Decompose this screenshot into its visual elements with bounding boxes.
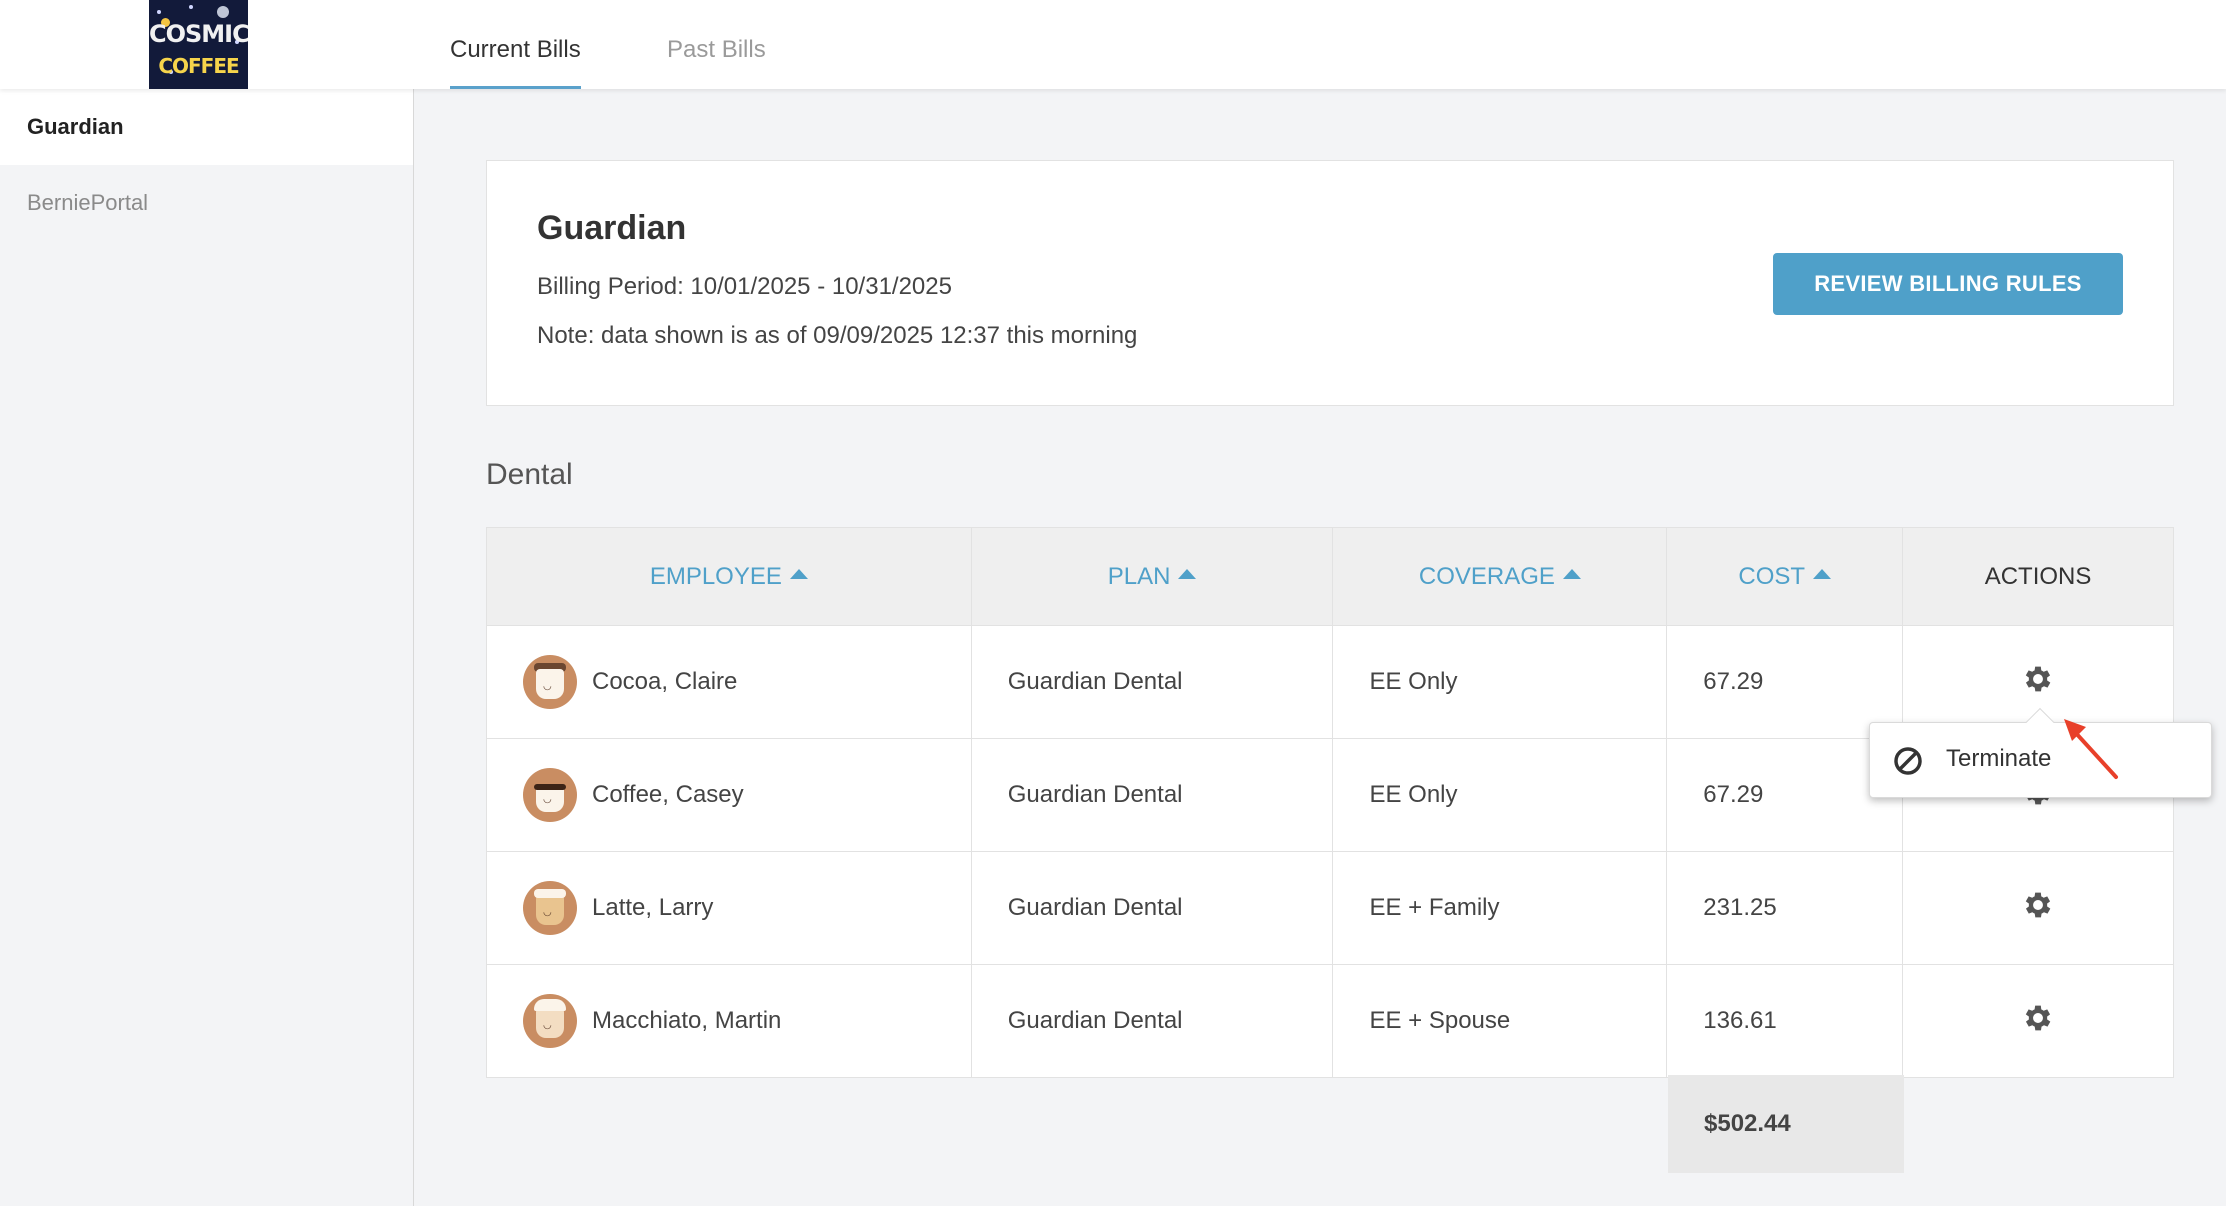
- review-billing-rules-button[interactable]: REVIEW BILLING RULES: [1773, 253, 2123, 315]
- terminate-label: Terminate: [1946, 745, 2052, 772]
- plan-cell: Guardian Dental: [970, 851, 1334, 965]
- column-header-actions: ACTIONS: [1902, 527, 2174, 626]
- employee-name: Latte, Larry: [592, 894, 714, 921]
- tab-current-bills[interactable]: Current Bills: [450, 36, 581, 89]
- company-logo: COSMIC COFFEE: [149, 0, 248, 89]
- terminate-menu-item[interactable]: Terminate: [1870, 723, 2211, 797]
- coffee-cup-icon: ◡: [523, 768, 577, 822]
- gear-icon[interactable]: [2021, 662, 2055, 696]
- gear-icon[interactable]: [2021, 1001, 2055, 1035]
- sidebar: Guardian BerniePortal: [0, 89, 414, 1206]
- table-row: ◡ Macchiato, Martin Guardian Dental EE +…: [486, 964, 2174, 1078]
- billing-period: Billing Period: 10/01/2025 - 10/31/2025: [537, 273, 952, 300]
- cost-cell: 67.29: [1666, 625, 1904, 739]
- cost-cell: 136.61: [1666, 964, 1904, 1078]
- employee-name: Cocoa, Claire: [592, 668, 738, 695]
- plan-cell: Guardian Dental: [970, 625, 1334, 739]
- data-note: Note: data shown is as of 09/09/2025 12:…: [537, 322, 1138, 349]
- actions-cell: [1902, 851, 2174, 965]
- actions-dropdown: Terminate: [1869, 707, 2212, 798]
- employee-cell: ◡ Macchiato, Martin: [486, 964, 972, 1078]
- section-title-dental: Dental: [486, 458, 573, 491]
- plan-cell: Guardian Dental: [970, 964, 1334, 1078]
- billing-table: EMPLOYEE PLAN COVERAGE COST ACTIONS ◡ Co…: [486, 527, 2174, 1078]
- billing-header-card: Guardian Billing Period: 10/01/2025 - 10…: [486, 160, 2174, 406]
- table-header-row: EMPLOYEE PLAN COVERAGE COST ACTIONS: [486, 527, 2174, 626]
- carrier-title: Guardian: [537, 209, 687, 247]
- table-row: ◡ Latte, Larry Guardian Dental EE + Fami…: [486, 851, 2174, 965]
- tab-past-bills[interactable]: Past Bills: [667, 36, 766, 89]
- sort-ascending-icon: [1178, 569, 1197, 580]
- employee-cell: ◡ Cocoa, Claire: [486, 625, 972, 739]
- latte-glass-icon: ◡: [523, 881, 577, 935]
- cocoa-cup-icon: ◡: [523, 655, 577, 709]
- sort-ascending-icon: [1813, 569, 1832, 580]
- coverage-cell: EE + Spouse: [1332, 964, 1668, 1078]
- annotation-arrow-icon: [2064, 719, 2118, 779]
- actions-cell: [1902, 964, 2174, 1078]
- column-header-coverage[interactable]: COVERAGE: [1332, 527, 1668, 626]
- employee-cell: ◡ Coffee, Casey: [486, 738, 972, 852]
- employee-name: Coffee, Casey: [592, 781, 744, 808]
- column-header-plan[interactable]: PLAN: [970, 527, 1334, 626]
- macchiato-cup-icon: ◡: [523, 994, 577, 1048]
- cost-cell: 67.29: [1666, 738, 1904, 852]
- cost-cell: 231.25: [1666, 851, 1904, 965]
- column-header-cost[interactable]: COST: [1666, 527, 1904, 626]
- top-bar: COSMIC COFFEE Current Bills Past Bills: [0, 0, 2226, 89]
- coverage-cell: EE + Family: [1332, 851, 1668, 965]
- employee-name: Macchiato, Martin: [592, 1007, 782, 1034]
- sidebar-item-bernieportal[interactable]: BerniePortal: [0, 165, 413, 241]
- column-header-employee[interactable]: EMPLOYEE: [486, 527, 972, 626]
- total-cost: $502.44: [1668, 1075, 1904, 1173]
- sort-ascending-icon: [789, 569, 808, 580]
- sort-ascending-icon: [1562, 569, 1581, 580]
- employee-cell: ◡ Latte, Larry: [486, 851, 972, 965]
- plan-cell: Guardian Dental: [970, 738, 1334, 852]
- coverage-cell: EE Only: [1332, 625, 1668, 739]
- ban-icon: [1894, 747, 1922, 775]
- coverage-cell: EE Only: [1332, 738, 1668, 852]
- gear-icon[interactable]: [2021, 888, 2055, 922]
- sidebar-item-guardian[interactable]: Guardian: [0, 89, 413, 165]
